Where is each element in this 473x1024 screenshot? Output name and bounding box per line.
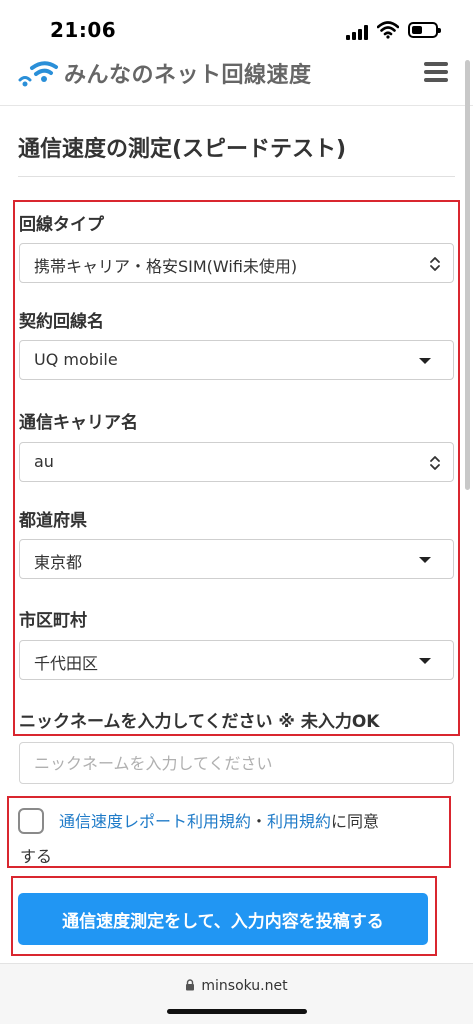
city-value: 千代田区 [34, 654, 99, 673]
nickname-label: ニックネームを入力してください ※ 未入力OK [19, 712, 380, 732]
hamburger-icon[interactable] [424, 62, 448, 82]
lock-icon [186, 979, 195, 991]
line-type-label: 回線タイプ [19, 215, 104, 235]
agreement-text: 通信速度レポート利用規約・利用規約に同意 [59, 808, 379, 832]
agreement-box: 通信速度レポート利用規約・利用規約に同意 する [7, 796, 451, 868]
terms-link[interactable]: 利用規約 [267, 812, 331, 831]
carrier-label: 通信キャリア名 [19, 413, 138, 433]
nickname-input[interactable] [19, 742, 454, 784]
page-title: 通信速度の測定(スピードテスト) [18, 137, 347, 162]
report-terms-link[interactable]: 通信速度レポート利用規約 [59, 812, 251, 831]
caret-down-icon [419, 658, 431, 664]
battery-level [412, 26, 422, 34]
caret-down-icon [419, 358, 431, 364]
battery-icon [408, 22, 441, 38]
contract-line-label: 契約回線名 [19, 312, 104, 332]
url-text: minsoku.net [201, 978, 288, 994]
prefecture-select[interactable]: 東京都 [19, 539, 454, 579]
scrollbar[interactable] [465, 60, 470, 490]
prefecture-value: 東京都 [34, 553, 83, 572]
up-down-chevron-icon [430, 456, 440, 470]
status-time: 21:06 [50, 18, 117, 42]
site-name[interactable]: みんなのネット回線速度 [64, 57, 312, 89]
agree-checkbox[interactable] [18, 808, 44, 834]
agreement-suffix: に同意 [331, 812, 380, 831]
up-down-chevron-icon [430, 257, 440, 271]
submit-highlight-box: 通信速度測定をして、入力内容を投稿する [11, 876, 437, 956]
status-bar: 21:06 [0, 0, 473, 52]
agreement-text-line2: する [20, 847, 53, 866]
line-type-select[interactable]: 携帯キャリア・格安SIM(Wifi未使用) [19, 243, 454, 283]
contract-line-select[interactable]: UQ mobile [19, 340, 454, 380]
cellular-signal-icon [346, 24, 370, 40]
submit-button[interactable]: 通信速度測定をして、入力内容を投稿する [18, 893, 428, 945]
site-header: みんなのネット回線速度 [0, 52, 473, 106]
carrier-select[interactable]: au [19, 442, 454, 482]
browser-bottom-bar: minsoku.net [0, 963, 473, 1024]
city-label: 市区町村 [19, 611, 87, 631]
line-type-value: 携帯キャリア・格安SIM(Wifi未使用) [34, 257, 298, 276]
caret-down-icon [419, 557, 431, 563]
city-select[interactable]: 千代田区 [19, 640, 454, 680]
carrier-value: au [34, 452, 54, 471]
title-divider [18, 176, 455, 177]
prefecture-label: 都道府県 [19, 511, 87, 531]
agreement-separator: ・ [251, 812, 268, 831]
contract-line-value: UQ mobile [34, 350, 118, 369]
wifi-logo-icon[interactable] [18, 58, 60, 90]
home-indicator[interactable] [167, 1009, 307, 1014]
wifi-icon [377, 21, 399, 39]
address-bar[interactable]: minsoku.net [0, 978, 473, 994]
